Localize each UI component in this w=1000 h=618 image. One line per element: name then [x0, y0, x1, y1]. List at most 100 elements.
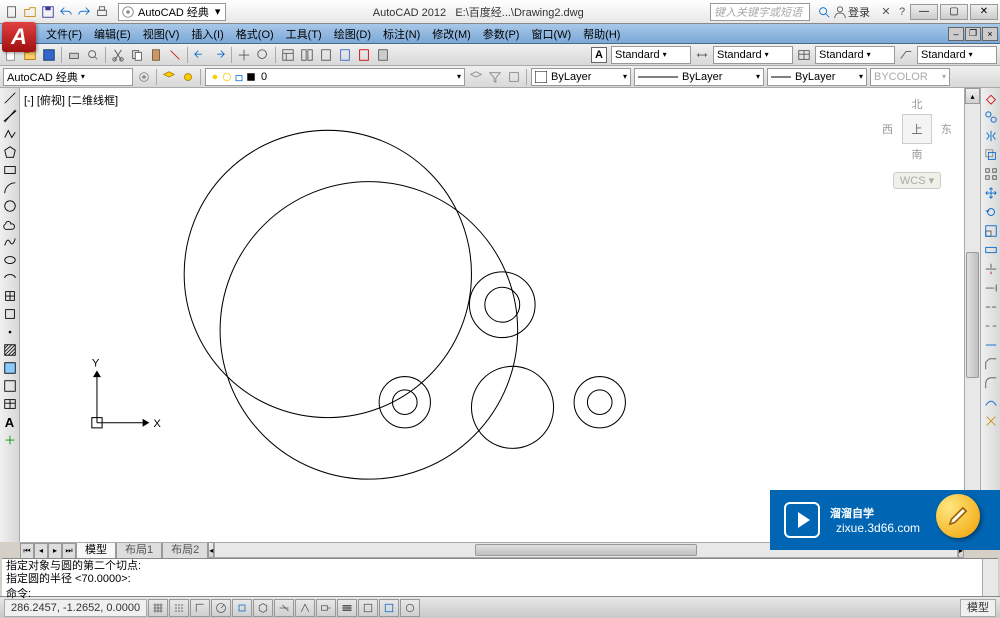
maximize-button[interactable]: ▢ [940, 4, 968, 20]
pan-icon[interactable] [235, 46, 253, 64]
polygon-icon[interactable] [2, 144, 18, 160]
break-point-icon[interactable] [983, 299, 999, 315]
insert-block-icon[interactable] [2, 288, 18, 304]
layer-iso-icon[interactable] [505, 68, 523, 86]
fillet-icon[interactable] [983, 375, 999, 391]
copy-icon[interactable] [128, 46, 146, 64]
line-icon[interactable] [2, 90, 18, 106]
layer-state-icon[interactable] [179, 68, 197, 86]
menu-param[interactable]: 参数(P) [477, 26, 526, 42]
text-icon[interactable]: A [2, 414, 18, 430]
menu-edit[interactable]: 编辑(E) [88, 26, 137, 42]
sheet-icon[interactable] [336, 46, 354, 64]
menu-modify[interactable]: 修改(M) [426, 26, 477, 42]
close-button[interactable]: ✕ [970, 4, 998, 20]
viewport-label[interactable]: [-] [俯视] [二维线框] [24, 92, 118, 108]
tab-layout2[interactable]: 布局2 [162, 543, 208, 559]
menu-format[interactable]: 格式(O) [230, 26, 280, 42]
lineweight-dropdown[interactable]: ByLayer▾ [767, 68, 867, 86]
layer-filter-icon[interactable] [486, 68, 504, 86]
gear-icon[interactable] [135, 68, 153, 86]
make-block-icon[interactable] [2, 306, 18, 322]
3dosnap-toggle[interactable] [253, 599, 273, 617]
table-style-dropdown[interactable]: Standard▾ [815, 46, 895, 64]
menu-help[interactable]: 帮助(H) [577, 26, 626, 42]
scroll-thumb-v[interactable] [966, 252, 979, 379]
gradient-icon[interactable] [2, 360, 18, 376]
exchange-icon[interactable]: ✕ [878, 4, 894, 20]
arc-icon[interactable] [2, 180, 18, 196]
stretch-icon[interactable] [983, 242, 999, 258]
color-dropdown[interactable]: ByLayer▾ [531, 68, 631, 86]
plotstyle-dropdown[interactable]: BYCOLOR▾ [870, 68, 950, 86]
mirror-icon[interactable] [983, 128, 999, 144]
revcloud-icon[interactable] [2, 216, 18, 232]
array-icon[interactable] [983, 166, 999, 182]
viewcube[interactable]: 北 西 上 东 南 WCS ▾ [882, 96, 952, 186]
properties-icon[interactable] [279, 46, 297, 64]
osnap-toggle[interactable] [232, 599, 252, 617]
help-search-input[interactable]: 键入关键字或短语 [710, 3, 810, 21]
menu-tools[interactable]: 工具(T) [280, 26, 328, 42]
layer-mgr-icon[interactable] [160, 68, 178, 86]
point-icon[interactable] [2, 324, 18, 340]
move-icon[interactable] [983, 185, 999, 201]
grid-toggle[interactable] [169, 599, 189, 617]
cut-icon[interactable] [109, 46, 127, 64]
add-selected-icon[interactable] [2, 432, 18, 448]
tab-model[interactable]: 模型 [76, 543, 116, 559]
markup-icon[interactable] [355, 46, 373, 64]
table-style-icon[interactable] [795, 46, 813, 64]
dim-style-icon[interactable] [693, 46, 711, 64]
copy-obj-icon[interactable] [983, 109, 999, 125]
erase-icon[interactable] [983, 90, 999, 106]
vertical-scrollbar[interactable]: ▴ ▾ [964, 88, 980, 542]
save-icon[interactable] [40, 4, 56, 20]
undo-icon[interactable] [58, 4, 74, 20]
ellipse-arc-icon[interactable] [2, 270, 18, 286]
explode-icon[interactable] [983, 413, 999, 429]
linetype-dropdown[interactable]: ByLayer▾ [634, 68, 764, 86]
blend-icon[interactable] [983, 394, 999, 410]
tool-palette-icon[interactable] [317, 46, 335, 64]
sc-toggle[interactable] [400, 599, 420, 617]
mleader-icon[interactable] [897, 46, 915, 64]
menu-dim[interactable]: 标注(N) [377, 26, 426, 42]
redo-toolbar-icon[interactable] [210, 46, 228, 64]
circle-icon[interactable] [2, 198, 18, 214]
polar-toggle[interactable] [211, 599, 231, 617]
coordinates-display[interactable]: 286.2457, -1.2652, 0.0000 [4, 599, 147, 617]
app-menu-button[interactable]: A [2, 22, 36, 52]
hatch-icon[interactable] [2, 342, 18, 358]
preview-icon[interactable] [84, 46, 102, 64]
drawing-viewport[interactable]: [-] [俯视] [二维线框] X Y 北 西 上 东 [20, 88, 964, 542]
otrack-toggle[interactable] [274, 599, 294, 617]
doc-close-button[interactable]: × [982, 27, 998, 41]
paste-icon[interactable] [147, 46, 165, 64]
print-icon[interactable] [94, 4, 110, 20]
tpy-toggle[interactable] [358, 599, 378, 617]
menu-insert[interactable]: 插入(I) [185, 26, 229, 42]
region-icon[interactable] [2, 378, 18, 394]
cmd-scrollbar[interactable] [982, 559, 998, 596]
wcs-badge[interactable]: WCS ▾ [893, 172, 941, 189]
ducs-toggle[interactable] [295, 599, 315, 617]
tab-prev-button[interactable]: ◂ [34, 543, 48, 559]
match-icon[interactable] [166, 46, 184, 64]
print-toolbar-icon[interactable] [65, 46, 83, 64]
tab-first-button[interactable]: ⏮ [20, 543, 34, 559]
text-style-dropdown[interactable]: Standard▾ [611, 46, 691, 64]
layer-dropdown[interactable]: 0 ▾ [205, 68, 465, 86]
ellipse-icon[interactable] [2, 252, 18, 268]
spline-icon[interactable] [2, 234, 18, 250]
doc-minimize-button[interactable]: – [948, 27, 964, 41]
workspace-dropdown-2[interactable]: AutoCAD 经典▾ [3, 68, 133, 86]
offset-icon[interactable] [983, 147, 999, 163]
rotate-icon[interactable] [983, 204, 999, 220]
lwt-toggle[interactable] [337, 599, 357, 617]
save-file-icon[interactable] [40, 46, 58, 64]
new-icon[interactable] [4, 4, 20, 20]
help-icon[interactable]: ? [894, 4, 910, 20]
menu-draw[interactable]: 绘图(D) [328, 26, 377, 42]
minimize-button[interactable]: — [910, 4, 938, 20]
